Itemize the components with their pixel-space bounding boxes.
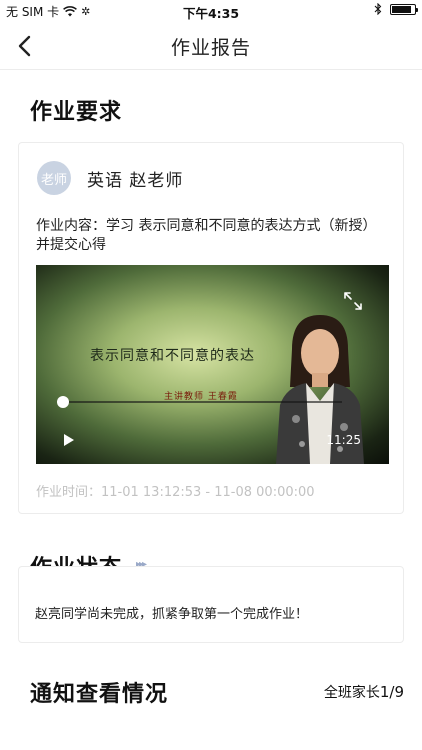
homework-content: 作业内容：学习 表示同意和不同意的表达方式（新授） 并提交心得 xyxy=(36,218,377,253)
play-button[interactable] xyxy=(62,433,76,447)
parents-view-count[interactable]: 全班家长1/9 xyxy=(324,682,404,702)
homework-time: 作业时间：11-01 13:12:53 - 11-08 00:00:00 xyxy=(36,485,315,500)
clock: 下午4:35 xyxy=(182,6,240,21)
play-icon xyxy=(64,434,74,446)
avatar: 老师 xyxy=(37,161,71,195)
status-card: 赵亮同学尚未完成，抓紧争取第一个完成作业！ xyxy=(18,566,404,643)
video-player[interactable]: 表示同意和不同意的表达 主讲教师 王春霞 11:25 xyxy=(36,265,389,464)
video-progress-knob[interactable] xyxy=(57,396,69,408)
teacher-row: 老师 英语 赵老师 xyxy=(37,161,183,195)
section-title-notice: 通知查看情况 xyxy=(30,682,169,707)
video-caption: 表示同意和不同意的表达 xyxy=(90,348,255,364)
teacher-name: 英语 赵老师 xyxy=(87,170,184,191)
page-title: 作业报告 xyxy=(170,37,251,59)
status-message: 赵亮同学尚未完成，抓紧争取第一个完成作业！ xyxy=(35,607,309,622)
status-bar: 无 SIM 卡 ✲ 下午4:35 xyxy=(0,0,422,22)
parents-count: 1/9 xyxy=(379,683,404,701)
navigation-bar: 作业报告 xyxy=(0,22,422,70)
fullscreen-button[interactable] xyxy=(343,291,363,311)
parents-label: 全班家长 xyxy=(323,685,380,701)
bluetooth-icon xyxy=(374,3,382,15)
section-title-requirements: 作业要求 xyxy=(30,100,123,125)
video-duration: 11:25 xyxy=(326,433,361,447)
requirements-card: 老师 英语 赵老师 作业内容：学习 表示同意和不同意的表达方式（新授） 并提交心… xyxy=(18,142,404,514)
expand-icon xyxy=(344,292,362,310)
video-progress-track[interactable] xyxy=(62,401,342,403)
status-right xyxy=(374,3,418,15)
battery-icon xyxy=(390,3,418,15)
